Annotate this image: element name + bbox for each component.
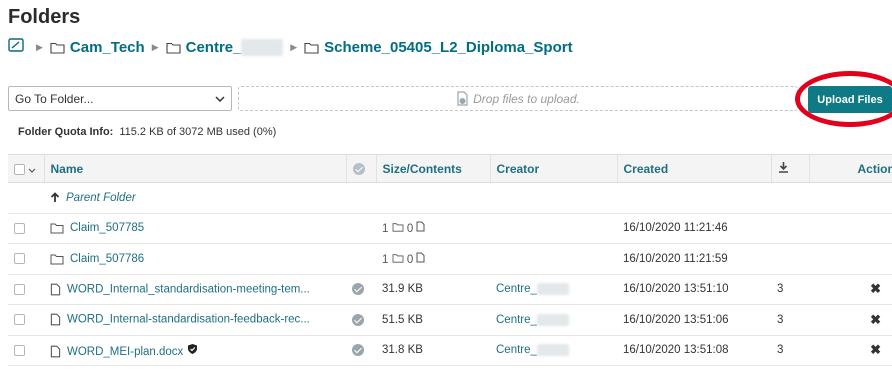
file-drop-zone[interactable]: Drop files to upload. bbox=[238, 86, 798, 111]
up-arrow-icon bbox=[50, 192, 60, 203]
redacted-text: 00000 bbox=[536, 344, 569, 357]
delete-icon[interactable]: ✖ bbox=[870, 281, 881, 296]
goto-folder-select[interactable]: Go To Folder... bbox=[8, 86, 232, 111]
column-header-creator[interactable]: Creator bbox=[490, 154, 618, 183]
chevron-down-icon bbox=[215, 95, 225, 102]
folder-icon bbox=[304, 42, 319, 54]
check-circle-icon bbox=[352, 344, 364, 357]
table-row[interactable]: WORD_Internal-standardisation-feedback-r… bbox=[8, 304, 892, 336]
table-row[interactable]: Claim_507786 1 0 16/10/2020 11:21:59 bbox=[8, 243, 892, 275]
page-title: Folders bbox=[8, 6, 81, 28]
file-size: 31.8 KB bbox=[376, 335, 490, 366]
download-icon bbox=[778, 162, 788, 173]
table-row[interactable]: WORD_MEI-plan.docx 31.8 KB Centre_00000 … bbox=[8, 335, 892, 366]
file-icon bbox=[50, 345, 61, 358]
table-header-row: Name Size/Contents Creator Created Actio… bbox=[8, 154, 892, 183]
table-row[interactable]: WORD_Internal_standardisation-meeting-te… bbox=[8, 274, 892, 305]
row-checkbox[interactable] bbox=[14, 283, 25, 295]
file-name-link[interactable]: WORD_MEI-plan.docx bbox=[67, 346, 183, 358]
column-header-name[interactable]: Name bbox=[44, 154, 347, 183]
column-header-status[interactable] bbox=[346, 154, 377, 183]
created-date: 16/10/2020 11:21:59 bbox=[617, 243, 771, 275]
column-header-actions: Actions bbox=[809, 154, 892, 183]
check-circle-icon bbox=[352, 163, 365, 176]
folder-icon bbox=[166, 42, 181, 54]
folder-quota-info: Folder Quota Info: 115.2 KB of 3072 MB us… bbox=[18, 126, 276, 138]
redacted-text: 00000 bbox=[536, 313, 569, 326]
created-date: 16/10/2020 13:51:08 bbox=[617, 335, 771, 366]
folder-icon bbox=[50, 254, 64, 265]
download-count: 3 bbox=[771, 274, 809, 305]
select-all-checkbox[interactable] bbox=[14, 163, 25, 175]
row-checkbox[interactable] bbox=[14, 314, 25, 326]
table-row[interactable]: Claim_507785 1 0 16/10/2020 11:21:46 bbox=[8, 213, 892, 244]
created-date: 16/10/2020 11:21:46 bbox=[617, 213, 771, 244]
breadcrumb-separator: ▶ bbox=[290, 41, 298, 52]
file-name-link[interactable]: WORD_Internal-standardisation-feedback-r… bbox=[67, 314, 310, 326]
shield-icon bbox=[187, 343, 197, 354]
row-checkbox[interactable] bbox=[14, 344, 25, 356]
creator-link[interactable]: Centre_ bbox=[496, 314, 537, 326]
select-all-header[interactable] bbox=[8, 154, 45, 183]
breadcrumb: ▶ Cam_Tech ▶ Centre_ 00000 ▶ Scheme_05405… bbox=[8, 37, 573, 57]
breadcrumb-item-centre[interactable]: Centre_ 00000 bbox=[166, 38, 284, 56]
delete-icon[interactable]: ✖ bbox=[870, 342, 881, 357]
folder-name-link[interactable]: Claim_507786 bbox=[70, 253, 144, 265]
row-checkbox[interactable] bbox=[14, 253, 25, 265]
check-circle-icon bbox=[352, 283, 364, 296]
file-size: 51.5 KB bbox=[376, 304, 490, 336]
quota-value: 115.2 KB of 3072 MB used (0%) bbox=[119, 126, 277, 138]
chevron-down-icon bbox=[28, 168, 36, 173]
breadcrumb-separator: ▶ bbox=[36, 41, 43, 52]
folder-contents: 1 0 bbox=[376, 213, 490, 244]
download-count: 3 bbox=[771, 335, 809, 366]
folder-icon bbox=[50, 223, 64, 234]
check-circle-icon bbox=[352, 313, 364, 326]
file-icon bbox=[50, 313, 61, 326]
file-icon bbox=[50, 283, 61, 296]
parent-folder-row[interactable]: Parent Folder bbox=[8, 182, 892, 214]
goto-folder-label: Go To Folder... bbox=[15, 91, 94, 106]
creator-link[interactable]: Centre_ bbox=[496, 344, 537, 356]
breadcrumb-separator: ▶ bbox=[151, 41, 159, 52]
file-size: 31.9 KB bbox=[376, 274, 490, 305]
redacted-text: 00000 bbox=[536, 283, 569, 296]
breadcrumb-item-scheme[interactable]: Scheme_05405_L2_Diploma_Sport bbox=[304, 39, 573, 56]
download-count: 3 bbox=[771, 304, 809, 336]
created-date: 16/10/2020 13:51:10 bbox=[617, 274, 771, 305]
redacted-text: 00000 bbox=[241, 38, 284, 56]
creator-link[interactable]: Centre_ bbox=[496, 283, 537, 295]
delete-icon[interactable]: ✖ bbox=[870, 312, 881, 327]
upload-files-button[interactable]: Upload Files bbox=[808, 86, 892, 113]
row-checkbox[interactable] bbox=[14, 222, 25, 234]
folder-contents-table: Name Size/Contents Creator Created Actio… bbox=[8, 154, 892, 366]
parent-folder-link[interactable]: Parent Folder bbox=[66, 192, 136, 204]
column-header-created[interactable]: Created bbox=[617, 154, 772, 183]
folder-name-link[interactable]: Claim_507785 bbox=[70, 222, 144, 234]
file-icon bbox=[416, 221, 425, 232]
quota-label: Folder Quota Info: bbox=[18, 126, 114, 138]
folder-icon bbox=[392, 254, 404, 263]
folder-icon bbox=[392, 223, 404, 232]
created-date: 16/10/2020 13:51:06 bbox=[617, 304, 771, 336]
home-folder-icon[interactable] bbox=[8, 38, 29, 56]
folder-icon bbox=[50, 42, 65, 54]
drop-zone-text: Drop files to upload. bbox=[473, 91, 580, 106]
breadcrumb-item-cam-tech[interactable]: Cam_Tech bbox=[50, 39, 145, 56]
column-header-size[interactable]: Size/Contents bbox=[376, 154, 491, 183]
column-header-downloads[interactable] bbox=[771, 154, 810, 183]
file-icon bbox=[416, 252, 425, 263]
file-name-link[interactable]: WORD_Internal_standardisation-meeting-te… bbox=[67, 283, 310, 295]
folder-contents: 1 0 bbox=[376, 243, 490, 275]
upload-file-icon bbox=[457, 91, 468, 106]
